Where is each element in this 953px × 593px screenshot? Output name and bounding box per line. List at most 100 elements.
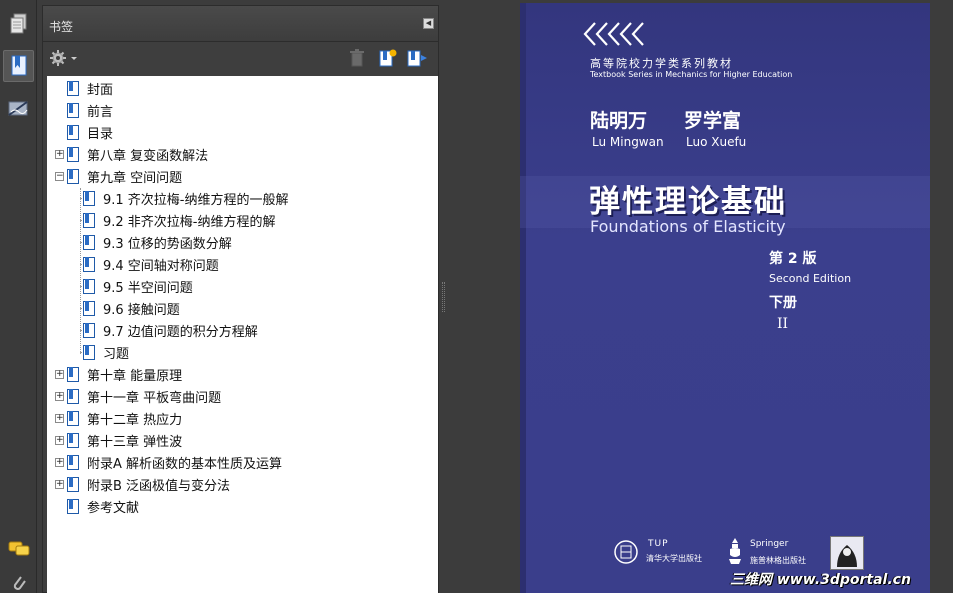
volume-number: II — [777, 316, 789, 332]
splitter-grip[interactable] — [442, 282, 445, 312]
cover-spine-edge — [520, 3, 526, 593]
bookmark-item-exercises[interactable]: 习题 — [83, 341, 129, 363]
bookmark-label: 9.4 空间轴对称问题 — [103, 258, 219, 274]
bookmark-label: 附录A 解析函数的基本性质及运算 — [87, 456, 283, 472]
bookmark-icon — [67, 80, 79, 96]
comments-icon[interactable] — [3, 533, 34, 565]
bookmark-item-9-5[interactable]: 9.5 半空间问题 — [83, 275, 193, 297]
bookmark-item-chapter-13[interactable]: + 第十三章 弹性波 — [55, 429, 182, 451]
bookmark-item-9-1[interactable]: 9.1 齐次拉梅-纳维方程的一般解 — [83, 187, 289, 209]
collapse-panel-button[interactable]: ◀ — [423, 18, 434, 29]
publisher-1-en: TUP — [648, 539, 669, 549]
bookmark-label: 第十三章 弹性波 — [87, 434, 183, 450]
bookmark-icon — [67, 146, 79, 162]
delete-bookmark-icon[interactable] — [349, 49, 365, 71]
attachments-icon[interactable] — [3, 568, 34, 593]
options-gear-icon[interactable] — [49, 49, 79, 71]
bookmark-item-9-3[interactable]: 9.3 位移的势函数分解 — [83, 231, 232, 253]
pages-icon[interactable] — [3, 8, 34, 40]
bookmark-label: 9.1 齐次拉梅-纳维方程的一般解 — [103, 192, 289, 208]
expand-toggle[interactable]: + — [55, 149, 64, 159]
panel-title: 书签 — [49, 20, 74, 34]
bookmark-label: 第十章 能量原理 — [87, 368, 183, 384]
author-1-en: Lu Mingwan — [592, 135, 664, 149]
publisher-1-cn: 清华大学出版社 — [646, 554, 702, 563]
bookmark-item-9-6[interactable]: 9.6 接触问题 — [83, 297, 180, 319]
bookmark-label: 前言 — [87, 104, 114, 120]
bookmark-icon — [83, 278, 95, 294]
author-2-en: Luo Xuefu — [686, 135, 747, 149]
bookmark-label: 附录B 泛函极值与变分法 — [87, 478, 231, 494]
bookmark-icon — [83, 190, 95, 206]
collapse-toggle[interactable]: − — [55, 171, 64, 181]
expand-toggle[interactable]: + — [55, 413, 64, 423]
bookmark-label: 第八章 复变函数解法 — [87, 148, 209, 164]
book-cover-page — [520, 3, 930, 593]
bookmark-label: 习题 — [103, 346, 130, 362]
volume-cn: 下册 — [769, 295, 797, 311]
bookmark-label: 9.3 位移的势函数分解 — [103, 236, 232, 252]
bookmark-label: 9.6 接触问题 — [103, 302, 180, 318]
bookmark-icon — [83, 322, 95, 338]
expand-toggle[interactable]: + — [55, 457, 64, 467]
publisher-2-cn: 施普林格出版社 — [750, 556, 806, 565]
bookmark-item-9-7[interactable]: 9.7 边值问题的积分方程解 — [83, 319, 258, 341]
expand-bookmark-icon[interactable] — [407, 49, 429, 71]
bookmark-item-references[interactable]: 参考文献 — [55, 495, 139, 517]
signatures-icon[interactable] — [3, 93, 34, 125]
bookmark-item-9-2[interactable]: 9.2 非齐次拉梅-纳维方程的解 — [83, 209, 276, 231]
book-title-cn: 弹性理论基础 — [589, 184, 787, 220]
bookmark-icon — [67, 124, 79, 140]
bookmarks-toolbar — [43, 43, 438, 75]
bookmark-label: 封面 — [87, 82, 114, 98]
author-2-cn: 罗学富 — [684, 110, 742, 132]
bookmark-item-cover[interactable]: 封面 — [55, 77, 113, 99]
tup-logo-icon — [612, 538, 642, 570]
bookmark-icon — [83, 344, 95, 360]
bookmark-item-chapter-10[interactable]: + 第十章 能量原理 — [55, 363, 182, 385]
bookmark-icon — [67, 366, 79, 382]
bookmark-icon — [67, 168, 79, 184]
bookmark-label: 9.5 半空间问题 — [103, 280, 193, 296]
bookmark-label: 第九章 空间问题 — [87, 170, 183, 186]
publisher-2-en: Springer — [750, 539, 789, 549]
bookmark-icon — [67, 388, 79, 404]
bookmark-icon — [83, 234, 95, 250]
bookmark-item-appendix-b[interactable]: + 附录B 泛函极值与变分法 — [55, 473, 230, 495]
bookmarks-icon[interactable] — [3, 50, 34, 82]
edition-cn: 第 2 版 — [769, 251, 817, 267]
series-title-en: Textbook Series in Mechanics for Higher … — [590, 70, 793, 79]
bookmark-item-appendix-a[interactable]: + 附录A 解析函数的基本性质及运算 — [55, 451, 282, 473]
expand-toggle[interactable]: + — [55, 369, 64, 379]
new-bookmark-icon[interactable] — [379, 49, 397, 71]
navigation-rail — [0, 0, 37, 593]
bookmark-label: 第十二章 热应力 — [87, 412, 183, 428]
bookmark-item-9-4[interactable]: 9.4 空间轴对称问题 — [83, 253, 219, 275]
bookmark-icon — [67, 454, 79, 470]
bookmark-item-chapter-12[interactable]: + 第十二章 热应力 — [55, 407, 182, 429]
bookmark-label: 第十一章 平板弯曲问题 — [87, 390, 222, 406]
mascot-image — [830, 536, 864, 570]
bookmark-label: 9.7 边值问题的积分方程解 — [103, 324, 258, 340]
bookmark-item-preface[interactable]: 前言 — [55, 99, 113, 121]
bookmark-icon — [67, 498, 79, 514]
bookmark-icon — [83, 256, 95, 272]
bookmark-label: 参考文献 — [87, 500, 140, 516]
bookmark-item-chapter-9[interactable]: − 第九章 空间问题 — [55, 165, 182, 187]
bookmark-item-chapter-11[interactable]: + 第十一章 平板弯曲问题 — [55, 385, 221, 407]
expand-toggle[interactable]: + — [55, 435, 64, 445]
bookmark-item-contents[interactable]: 目录 — [55, 121, 113, 143]
expand-toggle[interactable]: + — [55, 479, 64, 489]
bookmark-item-chapter-8[interactable]: + 第八章 复变函数解法 — [55, 143, 208, 165]
site-watermark: 三维网 www.3dportal.cn — [730, 572, 911, 588]
author-1-cn: 陆明万 — [590, 110, 648, 132]
book-title-en: Foundations of Elasticity — [590, 217, 786, 236]
springer-logo-icon — [724, 535, 746, 571]
bookmark-icon — [67, 476, 79, 492]
bookmark-icon — [67, 102, 79, 118]
bookmark-icon — [67, 432, 79, 448]
expand-toggle[interactable]: + — [55, 391, 64, 401]
edition-en: Second Edition — [769, 272, 852, 285]
bookmark-icon — [67, 410, 79, 426]
series-title-cn: 高等院校力学类系列教材 — [590, 57, 733, 70]
